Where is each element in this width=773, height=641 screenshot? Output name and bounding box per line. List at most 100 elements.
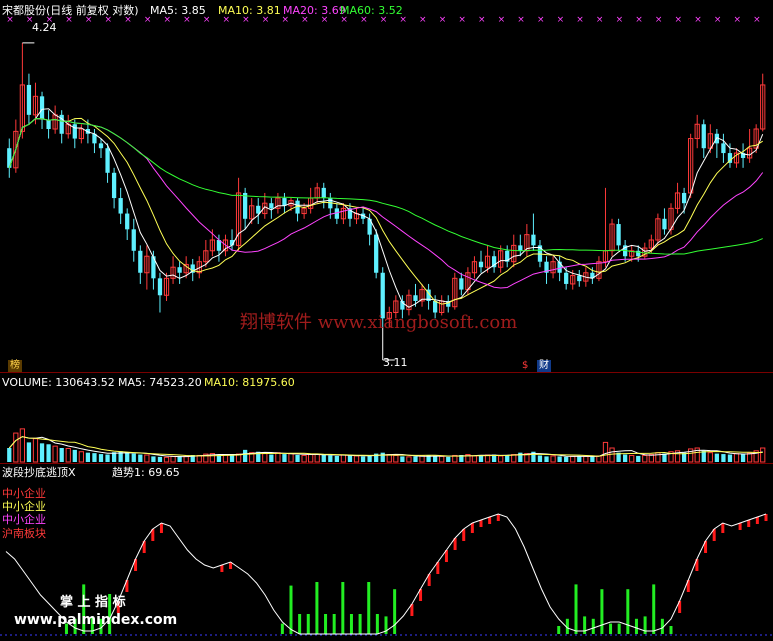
candle-body-down bbox=[616, 224, 621, 246]
indicator-name: 波段抄底逃顶X bbox=[2, 466, 76, 479]
volume-bar-down bbox=[269, 454, 274, 462]
volume-bar-down bbox=[544, 456, 549, 462]
signal-marker: × bbox=[360, 15, 368, 25]
bottom-signal-bar bbox=[393, 589, 397, 634]
signal-marker: × bbox=[753, 15, 761, 25]
candle-body-down bbox=[721, 143, 726, 154]
candle-body-down bbox=[26, 84, 32, 115]
signal-marker: × bbox=[321, 15, 329, 25]
volume-bar-up bbox=[314, 453, 320, 463]
candle-body-down bbox=[46, 119, 51, 129]
candle-body-down bbox=[334, 208, 339, 219]
volume-bar-up bbox=[629, 454, 635, 463]
signal-marker: × bbox=[242, 15, 250, 25]
volume-bar-down bbox=[564, 456, 569, 462]
volume-bar-down bbox=[400, 456, 405, 462]
volume-bar-down bbox=[557, 456, 562, 462]
rise-signal-bar bbox=[738, 523, 742, 530]
candle-body-down bbox=[701, 124, 706, 149]
bottom-signal-bar bbox=[626, 589, 630, 634]
volume-bar-down bbox=[7, 448, 12, 462]
candle-body-down bbox=[413, 295, 418, 301]
indicator-trend: 趋势1: 69.65 bbox=[112, 466, 180, 479]
watermark-site: www.palmindex.com bbox=[14, 612, 178, 628]
volume-bar-down bbox=[46, 444, 51, 462]
bottom-signal-bar bbox=[617, 623, 621, 634]
volume-bar-down bbox=[433, 455, 438, 462]
volume-bar-down bbox=[26, 442, 32, 462]
rise-signal-bar bbox=[470, 523, 474, 533]
volume-bar-down bbox=[360, 456, 366, 462]
volume-bar-up bbox=[170, 455, 176, 463]
volume-bar-down bbox=[478, 455, 484, 462]
legend-item-1: 中小企业 bbox=[2, 487, 46, 500]
volume-bar-down bbox=[623, 454, 628, 462]
finance-badge[interactable]: 财 bbox=[537, 360, 551, 372]
bottom-signal-bar bbox=[280, 623, 284, 634]
ranking-badge[interactable]: 榜 bbox=[8, 360, 22, 372]
volume-bar-down bbox=[282, 454, 287, 462]
volume-bar-down bbox=[413, 456, 418, 462]
volume-bar-down bbox=[85, 452, 91, 462]
volume-bar-down bbox=[98, 454, 104, 462]
volume-ma5-label: MA5: 74523.20 bbox=[118, 376, 202, 389]
volume-bar-down bbox=[590, 456, 595, 462]
volume-bar-down bbox=[721, 454, 726, 462]
volume-bar-up bbox=[602, 441, 609, 463]
signal-marker: × bbox=[596, 15, 604, 25]
bottom-signal-bar bbox=[634, 618, 638, 634]
watermark-main: 翔博软件 www.xiangbosoft.com bbox=[240, 312, 518, 333]
volume-bar-up bbox=[32, 438, 39, 463]
volume-bar-down bbox=[138, 454, 143, 462]
volume-bar-down bbox=[505, 455, 510, 462]
volume-bar-up bbox=[393, 454, 399, 463]
volume-bar-down bbox=[577, 455, 582, 462]
candle-body-down bbox=[39, 96, 45, 120]
volume-bar-up bbox=[406, 456, 412, 463]
candle-body-down bbox=[374, 234, 379, 273]
volume-bar-down bbox=[328, 455, 333, 462]
signal-marker: × bbox=[694, 15, 702, 25]
volume-bar-up bbox=[707, 452, 713, 463]
signal-marker: × bbox=[65, 15, 73, 25]
signal-marker: × bbox=[419, 15, 427, 25]
bottom-signal-bar bbox=[652, 584, 656, 634]
rise-signal-bar bbox=[462, 529, 466, 541]
signal-marker: × bbox=[616, 15, 624, 25]
volume-bar-up bbox=[419, 455, 425, 463]
volume-bar-up bbox=[196, 454, 202, 463]
low-price-label: 3.11 bbox=[383, 356, 408, 369]
volume-bar-down bbox=[72, 449, 77, 462]
dollar-badge[interactable]: $ bbox=[520, 360, 530, 372]
bottom-signal-bar bbox=[324, 614, 328, 634]
volume-ma10-label: MA10: 81975.60 bbox=[204, 376, 295, 389]
volume-bar-down bbox=[334, 455, 339, 462]
bottom-signal-bar bbox=[600, 589, 604, 634]
volume-bar-up bbox=[340, 454, 347, 463]
rise-signal-bar bbox=[479, 520, 483, 527]
signal-marker: × bbox=[655, 15, 663, 25]
candle-body-down bbox=[681, 192, 687, 204]
volume-bar-down bbox=[157, 456, 163, 462]
candle-body-down bbox=[98, 143, 104, 149]
volume-bar-up bbox=[163, 456, 170, 463]
volume-bar-up bbox=[760, 447, 766, 463]
volume-bar-up bbox=[183, 455, 189, 463]
volume-bar-up bbox=[570, 455, 576, 463]
volume-bar-up bbox=[262, 453, 268, 463]
volume-bar-up bbox=[222, 454, 229, 463]
separator-1 bbox=[0, 372, 773, 373]
volume-bar-down bbox=[714, 453, 719, 462]
watermark-palm: 掌 上 指 标 bbox=[60, 595, 126, 610]
volume-bar-up bbox=[19, 428, 26, 463]
bottom-signal-bar bbox=[557, 626, 561, 634]
bottom-signal-bar bbox=[574, 584, 578, 634]
volume-bar-up bbox=[386, 454, 392, 463]
bottom-signal-bar bbox=[298, 614, 302, 634]
volume-bar-down bbox=[229, 455, 235, 462]
bottom-signal-bar bbox=[349, 614, 353, 634]
signal-marker: × bbox=[557, 15, 565, 25]
signal-marker: × bbox=[281, 15, 289, 25]
volume-bar-down bbox=[347, 455, 353, 462]
signal-marker: × bbox=[576, 15, 584, 25]
